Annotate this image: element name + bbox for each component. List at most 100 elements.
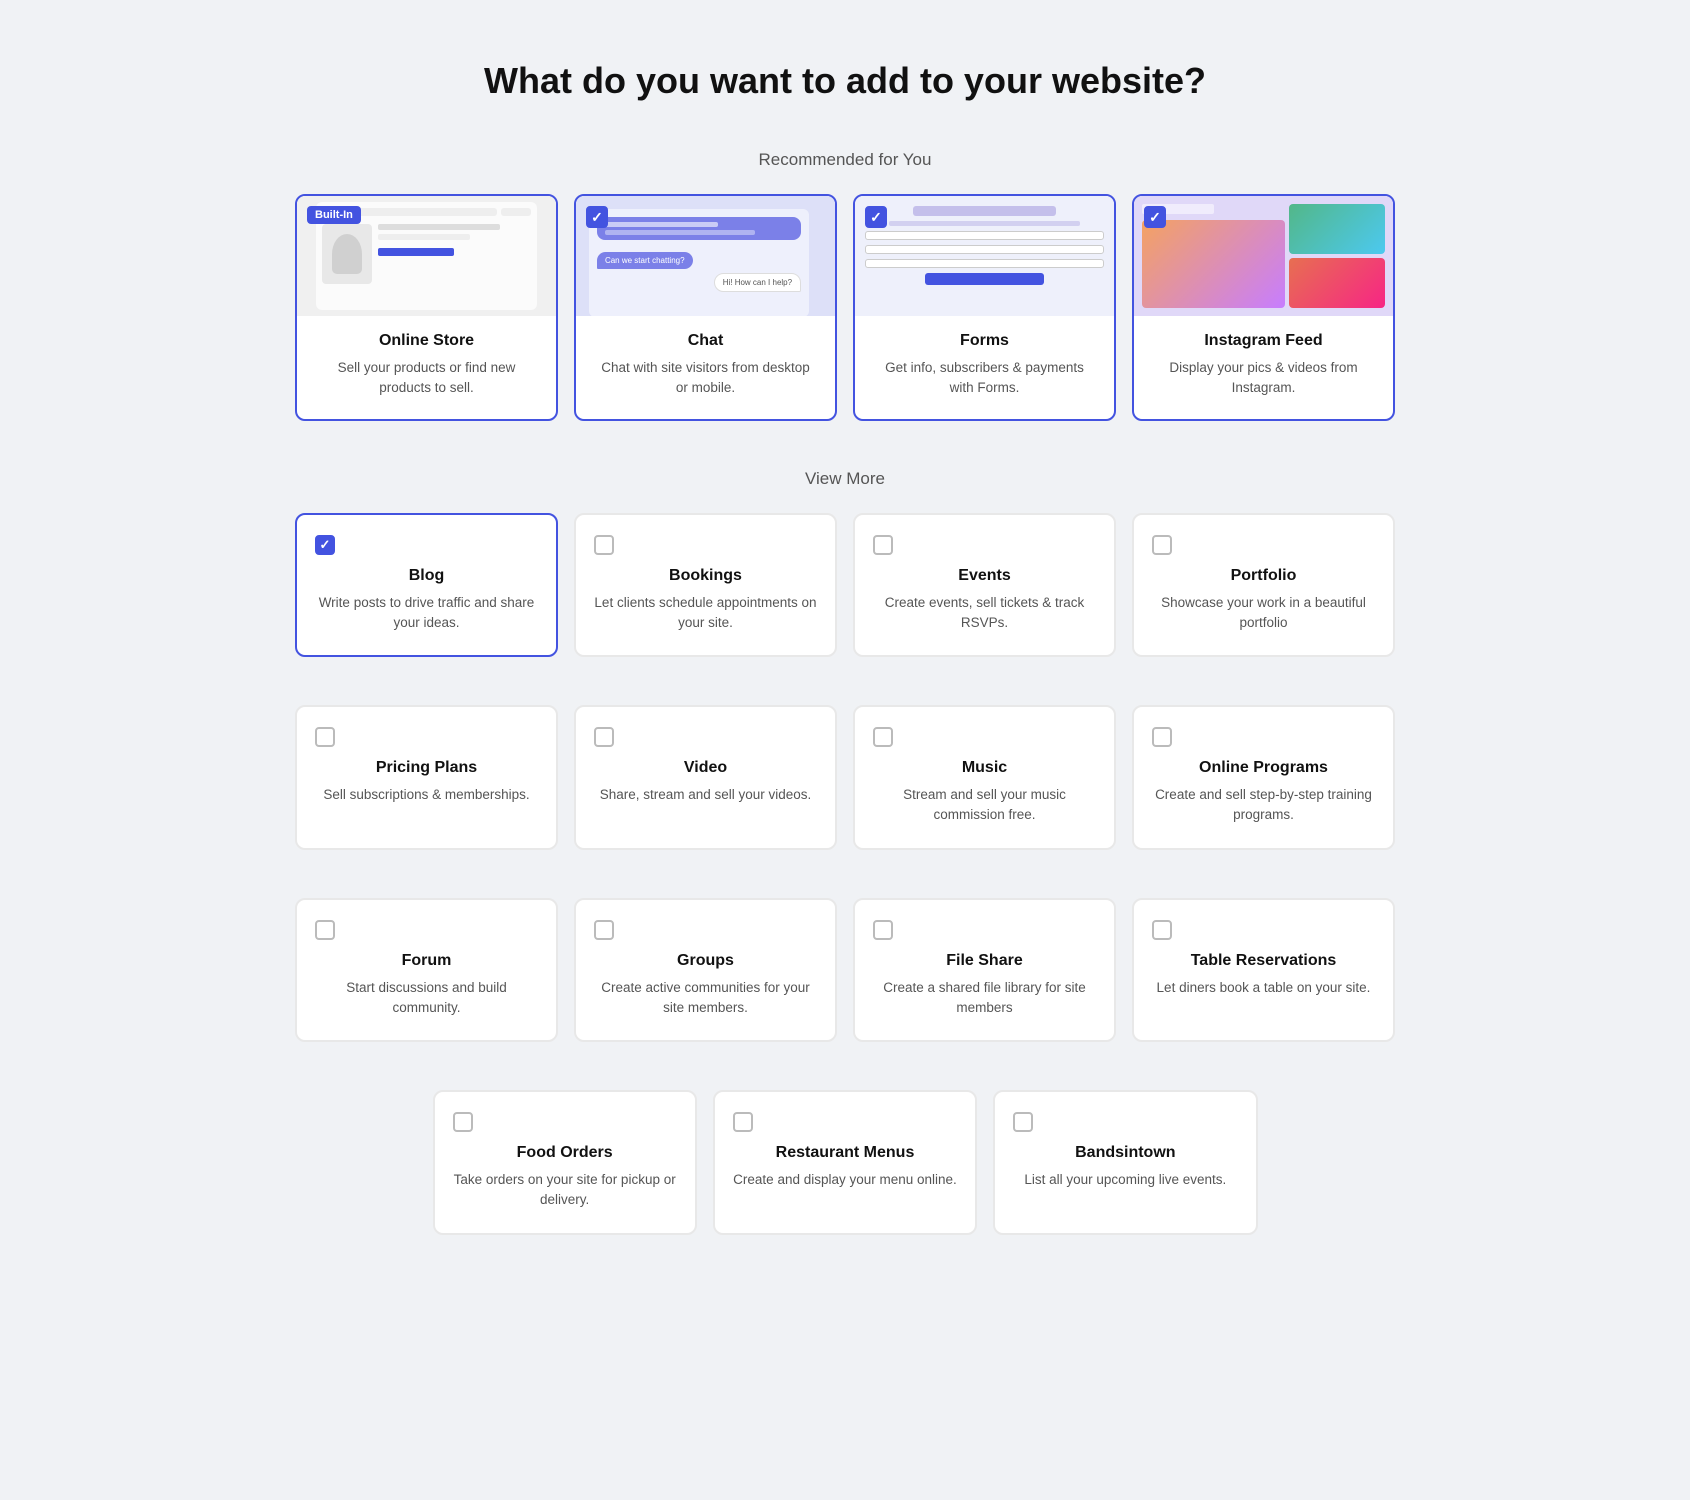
forms-title-bar [913, 206, 1056, 216]
card-music[interactable]: Music Stream and sell your music commiss… [853, 705, 1116, 850]
viewmore-row-2: Pricing Plans Sell subscriptions & membe… [295, 705, 1395, 850]
card-image-online-store: Built-In [297, 196, 556, 316]
card-image-instagram: ✓ [1134, 196, 1393, 316]
groups-content: Groups Create active communities for you… [594, 952, 817, 1019]
card-desc-table-reservations: Let diners book a table on your site. [1152, 978, 1375, 998]
card-instagram-feed[interactable]: ✓ Instagram Feed Display your pics & vid… [1132, 194, 1395, 421]
card-table-reservations[interactable]: Table Reservations Let diners book a tab… [1132, 898, 1395, 1043]
card-title-portfolio: Portfolio [1152, 567, 1375, 585]
card-image-chat: ✓ Can we start chatting? Hi! How can I h… [576, 196, 835, 316]
forum-checkbox [315, 920, 335, 940]
card-chat[interactable]: ✓ Can we start chatting? Hi! How can I h… [574, 194, 837, 421]
card-desc-instagram: Display your pics & videos from Instagra… [1152, 358, 1375, 399]
recommended-cards-grid: Built-In Online Store Sell your products… [295, 194, 1395, 421]
card-bookings[interactable]: Bookings Let clients schedule appointmen… [574, 513, 837, 658]
events-checkbox [873, 535, 893, 555]
card-desc-food-orders: Take orders on your site for pickup or d… [453, 1170, 677, 1211]
forms-field-3 [865, 259, 1104, 268]
viewmore-bottom-row: Food Orders Take orders on your site for… [433, 1090, 1258, 1235]
blog-checkbox: ✓ [315, 535, 335, 555]
viewmore-row-3: Forum Start discussions and build commun… [295, 898, 1395, 1043]
card-file-share[interactable]: File Share Create a shared file library … [853, 898, 1116, 1043]
music-checkbox [873, 727, 893, 747]
portfolio-content: Portfolio Showcase your work in a beauti… [1152, 567, 1375, 634]
card-desc-restaurant-menus: Create and display your menu online. [733, 1170, 957, 1190]
card-desc-file-share: Create a shared file library for site me… [873, 978, 1096, 1019]
card-title-bookings: Bookings [594, 567, 817, 585]
recommended-section-label: Recommended for You [20, 150, 1670, 170]
card-desc-online-programs: Create and sell step-by-step training pr… [1152, 785, 1375, 826]
card-title-blog: Blog [315, 567, 538, 585]
instagram-mock [1134, 196, 1393, 316]
card-body-online-store: Online Store Sell your products or find … [297, 316, 556, 419]
card-groups[interactable]: Groups Create active communities for you… [574, 898, 837, 1043]
restaurant-menus-content: Restaurant Menus Create and display your… [733, 1144, 957, 1190]
card-desc-forms: Get info, subscribers & payments with Fo… [873, 358, 1096, 399]
card-food-orders[interactable]: Food Orders Take orders on your site for… [433, 1090, 697, 1235]
card-desc-groups: Create active communities for your site … [594, 978, 817, 1019]
table-reservations-content: Table Reservations Let diners book a tab… [1152, 952, 1375, 998]
card-blog[interactable]: ✓ Blog Write posts to drive traffic and … [295, 513, 558, 658]
pricing-plans-content: Pricing Plans Sell subscriptions & membe… [315, 759, 538, 805]
bookings-content: Bookings Let clients schedule appointmen… [594, 567, 817, 634]
card-video[interactable]: Video Share, stream and sell your videos… [574, 705, 837, 850]
card-title-table-reservations: Table Reservations [1152, 952, 1375, 970]
card-title-groups: Groups [594, 952, 817, 970]
forms-checkbox: ✓ [865, 206, 887, 228]
pricing-plans-checkbox [315, 727, 335, 747]
food-orders-content: Food Orders Take orders on your site for… [453, 1144, 677, 1211]
card-online-programs[interactable]: Online Programs Create and sell step-by-… [1132, 705, 1395, 850]
chat-bubble-right: Hi! How can I help? [714, 273, 801, 292]
card-desc-bookings: Let clients schedule appointments on you… [594, 593, 817, 634]
card-body-forms: Forms Get info, subscribers & payments w… [855, 316, 1114, 419]
card-title-forum: Forum [315, 952, 538, 970]
file-share-content: File Share Create a shared file library … [873, 952, 1096, 1019]
card-title-food-orders: Food Orders [453, 1144, 677, 1162]
events-content: Events Create events, sell tickets & tra… [873, 567, 1096, 634]
forms-field-2 [865, 245, 1104, 254]
card-title-music: Music [873, 759, 1096, 777]
card-desc-bandsintown: List all your upcoming live events. [1013, 1170, 1237, 1190]
card-desc-forum: Start discussions and build community. [315, 978, 538, 1019]
card-title-forms: Forms [873, 332, 1096, 350]
card-image-forms: ✓ [855, 196, 1114, 316]
card-restaurant-menus[interactable]: Restaurant Menus Create and display your… [713, 1090, 977, 1235]
card-desc-pricing-plans: Sell subscriptions & memberships. [315, 785, 538, 805]
table-reservations-checkbox [1152, 920, 1172, 940]
chat-checkbox: ✓ [586, 206, 608, 228]
card-desc-online-store: Sell your products or find new products … [315, 358, 538, 399]
card-body-chat: Chat Chat with site visitors from deskto… [576, 316, 835, 419]
card-title-events: Events [873, 567, 1096, 585]
card-online-store[interactable]: Built-In Online Store Sell your products… [295, 194, 558, 421]
bookings-checkbox [594, 535, 614, 555]
card-title-bandsintown: Bandsintown [1013, 1144, 1237, 1162]
card-forms[interactable]: ✓ Forms Get info, subscribers & payments… [853, 194, 1116, 421]
card-title-file-share: File Share [873, 952, 1096, 970]
card-portfolio[interactable]: Portfolio Showcase your work in a beauti… [1132, 513, 1395, 658]
card-desc-chat: Chat with site visitors from desktop or … [594, 358, 817, 399]
online-programs-checkbox [1152, 727, 1172, 747]
food-orders-checkbox [453, 1112, 473, 1132]
card-title-restaurant-menus: Restaurant Menus [733, 1144, 957, 1162]
card-desc-music: Stream and sell your music commission fr… [873, 785, 1096, 826]
page-title: What do you want to add to your website? [20, 60, 1670, 102]
card-events[interactable]: Events Create events, sell tickets & tra… [853, 513, 1116, 658]
video-content: Video Share, stream and sell your videos… [594, 759, 817, 805]
card-desc-video: Share, stream and sell your videos. [594, 785, 817, 805]
forms-field-1 [865, 231, 1104, 240]
portfolio-checkbox [1152, 535, 1172, 555]
card-desc-portfolio: Showcase your work in a beautiful portfo… [1152, 593, 1375, 634]
card-pricing-plans[interactable]: Pricing Plans Sell subscriptions & membe… [295, 705, 558, 850]
viewmore-section-label: View More [20, 469, 1670, 489]
restaurant-menus-checkbox [733, 1112, 753, 1132]
card-desc-blog: Write posts to drive traffic and share y… [315, 593, 538, 634]
card-forum[interactable]: Forum Start discussions and build commun… [295, 898, 558, 1043]
card-title-online-store: Online Store [315, 332, 538, 350]
card-title-video: Video [594, 759, 817, 777]
chat-bubble-left: Can we start chatting? [597, 252, 693, 269]
groups-checkbox [594, 920, 614, 940]
card-title-pricing-plans: Pricing Plans [315, 759, 538, 777]
blog-content: Blog Write posts to drive traffic and sh… [315, 567, 538, 634]
card-bandsintown[interactable]: Bandsintown List all your upcoming live … [993, 1090, 1257, 1235]
viewmore-row-1: ✓ Blog Write posts to drive traffic and … [295, 513, 1395, 658]
